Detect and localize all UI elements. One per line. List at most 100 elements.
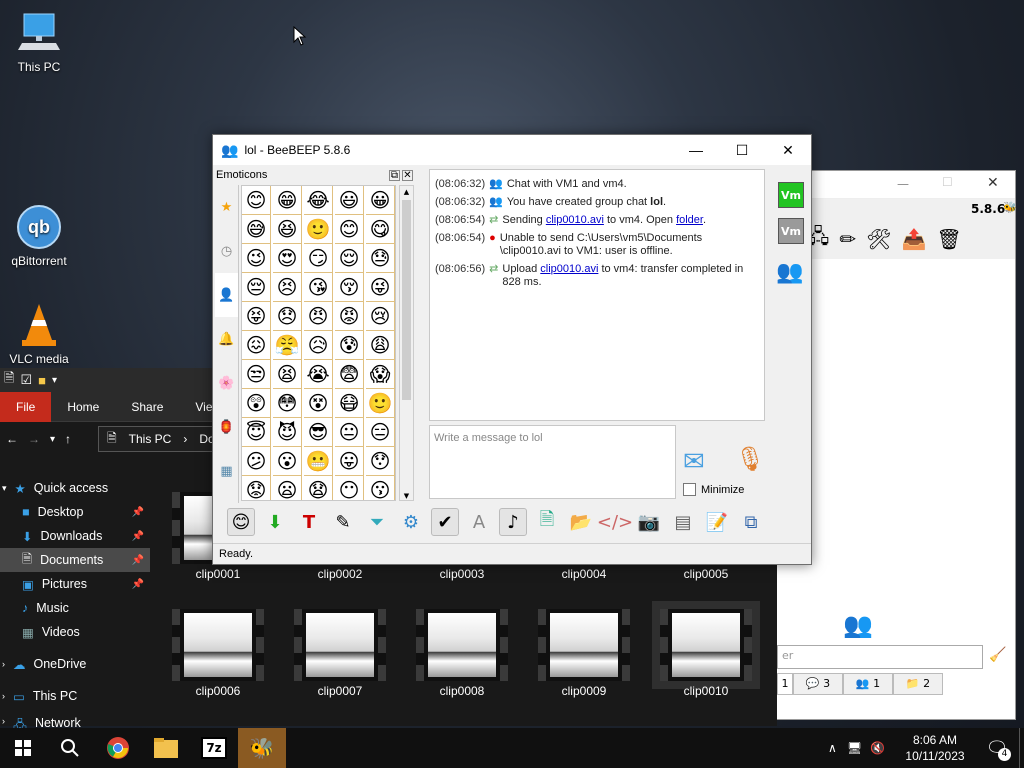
- clock-icon[interactable]: ◷: [215, 229, 238, 273]
- search-button[interactable]: [46, 728, 94, 768]
- emoticon[interactable]: 😇: [242, 418, 271, 447]
- emoticon[interactable]: 😧: [304, 476, 333, 500]
- emoticon[interactable]: 😉: [242, 244, 271, 273]
- tab-share[interactable]: Share: [115, 392, 179, 422]
- file-link[interactable]: clip0010.avi: [546, 214, 604, 226]
- checkmark-icon[interactable]: ☑: [20, 372, 32, 388]
- file-name[interactable]: clip0005: [656, 567, 756, 581]
- emoticon[interactable]: 😊: [335, 215, 364, 244]
- emoticon[interactable]: 🙂: [304, 215, 333, 244]
- emoticon[interactable]: 😏: [304, 244, 333, 273]
- tab-file[interactable]: File: [0, 391, 52, 422]
- nav-quick-access[interactable]: ▾ ★ Quick access: [0, 476, 150, 500]
- video-thumbnail[interactable]: [538, 609, 630, 681]
- close-panel-icon[interactable]: ✕: [402, 169, 413, 181]
- network-status-icon[interactable]: 🖥: [847, 741, 862, 755]
- emoticon[interactable]: 😜: [366, 273, 395, 302]
- word-completion-icon[interactable]: A: [465, 508, 493, 536]
- user-vm4-button[interactable]: Vm: [778, 218, 804, 244]
- emoticon[interactable]: 🙂: [366, 389, 395, 418]
- microphone-icon[interactable]: 🎙: [735, 445, 765, 473]
- emoticon[interactable]: 😱: [366, 360, 395, 389]
- save-chat-icon[interactable]: ⬇: [261, 508, 289, 536]
- video-thumbnail[interactable]: [294, 609, 386, 681]
- properties-icon[interactable]: 🗎: [4, 369, 14, 391]
- emoticon[interactable]: 😢: [366, 302, 395, 331]
- emoticon[interactable]: 😕: [242, 447, 271, 476]
- emoticon[interactable]: 😯: [366, 447, 395, 476]
- star-icon[interactable]: ★: [215, 185, 238, 229]
- emoticon[interactable]: 😮: [273, 447, 302, 476]
- nav-onedrive[interactable]: › ☁ OneDrive: [0, 652, 150, 676]
- dropdown-icon[interactable]: ▾: [52, 375, 57, 386]
- start-button[interactable]: [0, 728, 46, 768]
- float-panel-icon[interactable]: ⧉: [389, 169, 400, 181]
- emoticon[interactable]: 😰: [335, 331, 364, 360]
- desktop-icon-this-pc[interactable]: This PC: [0, 10, 78, 74]
- emoticon[interactable]: 😐: [335, 418, 364, 447]
- file-explorer-taskbar-button[interactable]: [142, 728, 190, 768]
- emoticon[interactable]: 😦: [273, 476, 302, 500]
- clock[interactable]: 8:06 AM 10/11/2023: [895, 732, 975, 764]
- video-thumbnail[interactable]: [652, 601, 760, 689]
- video-thumbnail[interactable]: [172, 609, 264, 681]
- emoticon[interactable]: 😫: [273, 360, 302, 389]
- close-button[interactable]: ✕: [765, 135, 811, 165]
- edit-members-icon[interactable]: 👥: [776, 260, 803, 285]
- recent-dropdown-icon[interactable]: ▾: [50, 434, 55, 445]
- spellcheck-icon[interactable]: ✔: [431, 508, 459, 536]
- emoticon[interactable]: 😛: [335, 447, 364, 476]
- file-name[interactable]: clip0007: [290, 684, 390, 698]
- address-bar[interactable]: 🗎 This PC › Do: [98, 426, 218, 452]
- volume-muted-icon[interactable]: 🔇: [870, 741, 885, 755]
- edit-icon[interactable]: ✏: [839, 227, 856, 251]
- emoticon[interactable]: 😨: [335, 360, 364, 389]
- share-icon[interactable]: 📤: [901, 227, 926, 251]
- emoticon[interactable]: 😩: [366, 331, 395, 360]
- emoticon[interactable]: 😊: [242, 186, 271, 215]
- nav-pictures[interactable]: ▣ Pictures 📌: [0, 572, 150, 596]
- file-name[interactable]: clip0008: [412, 684, 512, 698]
- emoticon[interactable]: 😁: [273, 186, 302, 215]
- emoticon[interactable]: 😠: [304, 302, 333, 331]
- emoticon[interactable]: 😔: [242, 273, 271, 302]
- new-folder-icon[interactable]: ■: [38, 373, 46, 388]
- minimize-button[interactable]: —: [673, 135, 719, 165]
- nav-desktop[interactable]: ■ Desktop 📌: [0, 500, 150, 524]
- emoticon-scrollbar[interactable]: ▲ ▼: [399, 185, 414, 501]
- tab-groups[interactable]: 👥 1: [843, 673, 893, 695]
- scrollbar-thumb[interactable]: [402, 200, 411, 400]
- emoticon[interactable]: 😥: [304, 331, 333, 360]
- broom-icon[interactable]: 🧹: [989, 647, 1006, 663]
- html-icon[interactable]: </>: [597, 508, 633, 536]
- detach-icon[interactable]: ⧉: [737, 508, 765, 536]
- tab-shares[interactable]: 📁 2: [893, 673, 943, 695]
- user-vm1-button[interactable]: Vm: [778, 182, 804, 208]
- flower-icon[interactable]: 🌸: [215, 361, 238, 405]
- notifications-button[interactable]: 🗨 4: [975, 738, 1019, 761]
- emoticon[interactable]: 😤: [273, 331, 302, 360]
- notes-icon[interactable]: 📝: [703, 508, 731, 536]
- maximize-button[interactable]: ☐: [719, 135, 765, 165]
- minimize-icon[interactable]: —: [897, 177, 909, 191]
- chrome-taskbar-button[interactable]: [94, 728, 142, 768]
- emoticon[interactable]: 😒: [242, 360, 271, 389]
- emoticons-button[interactable]: 😊: [227, 508, 255, 536]
- emoticon[interactable]: 😝: [242, 302, 271, 331]
- objects-icon[interactable]: 🏮: [215, 405, 238, 449]
- emoticon[interactable]: 😣: [273, 273, 302, 302]
- tab-home[interactable]: Home: [51, 392, 115, 422]
- emoticon[interactable]: 😓: [366, 244, 395, 273]
- forward-arrow-icon[interactable]: →: [28, 432, 40, 446]
- nav-music[interactable]: ♪ Music: [0, 596, 150, 620]
- emoticon[interactable]: 😀: [366, 186, 395, 215]
- nav-videos[interactable]: ▦ Videos: [0, 620, 150, 644]
- emoticon[interactable]: 😬: [304, 447, 333, 476]
- screenshot-icon[interactable]: 📷: [635, 508, 663, 536]
- font-icon[interactable]: T: [295, 508, 323, 536]
- file-name[interactable]: clip0001: [168, 567, 268, 581]
- color-icon[interactable]: ✎: [329, 508, 357, 536]
- nav-documents[interactable]: 🗎 Documents 📌: [0, 548, 150, 572]
- trash-icon[interactable]: 🗑: [936, 227, 961, 251]
- desktop-icon-qbittorrent[interactable]: qb qBittorrent: [0, 204, 78, 268]
